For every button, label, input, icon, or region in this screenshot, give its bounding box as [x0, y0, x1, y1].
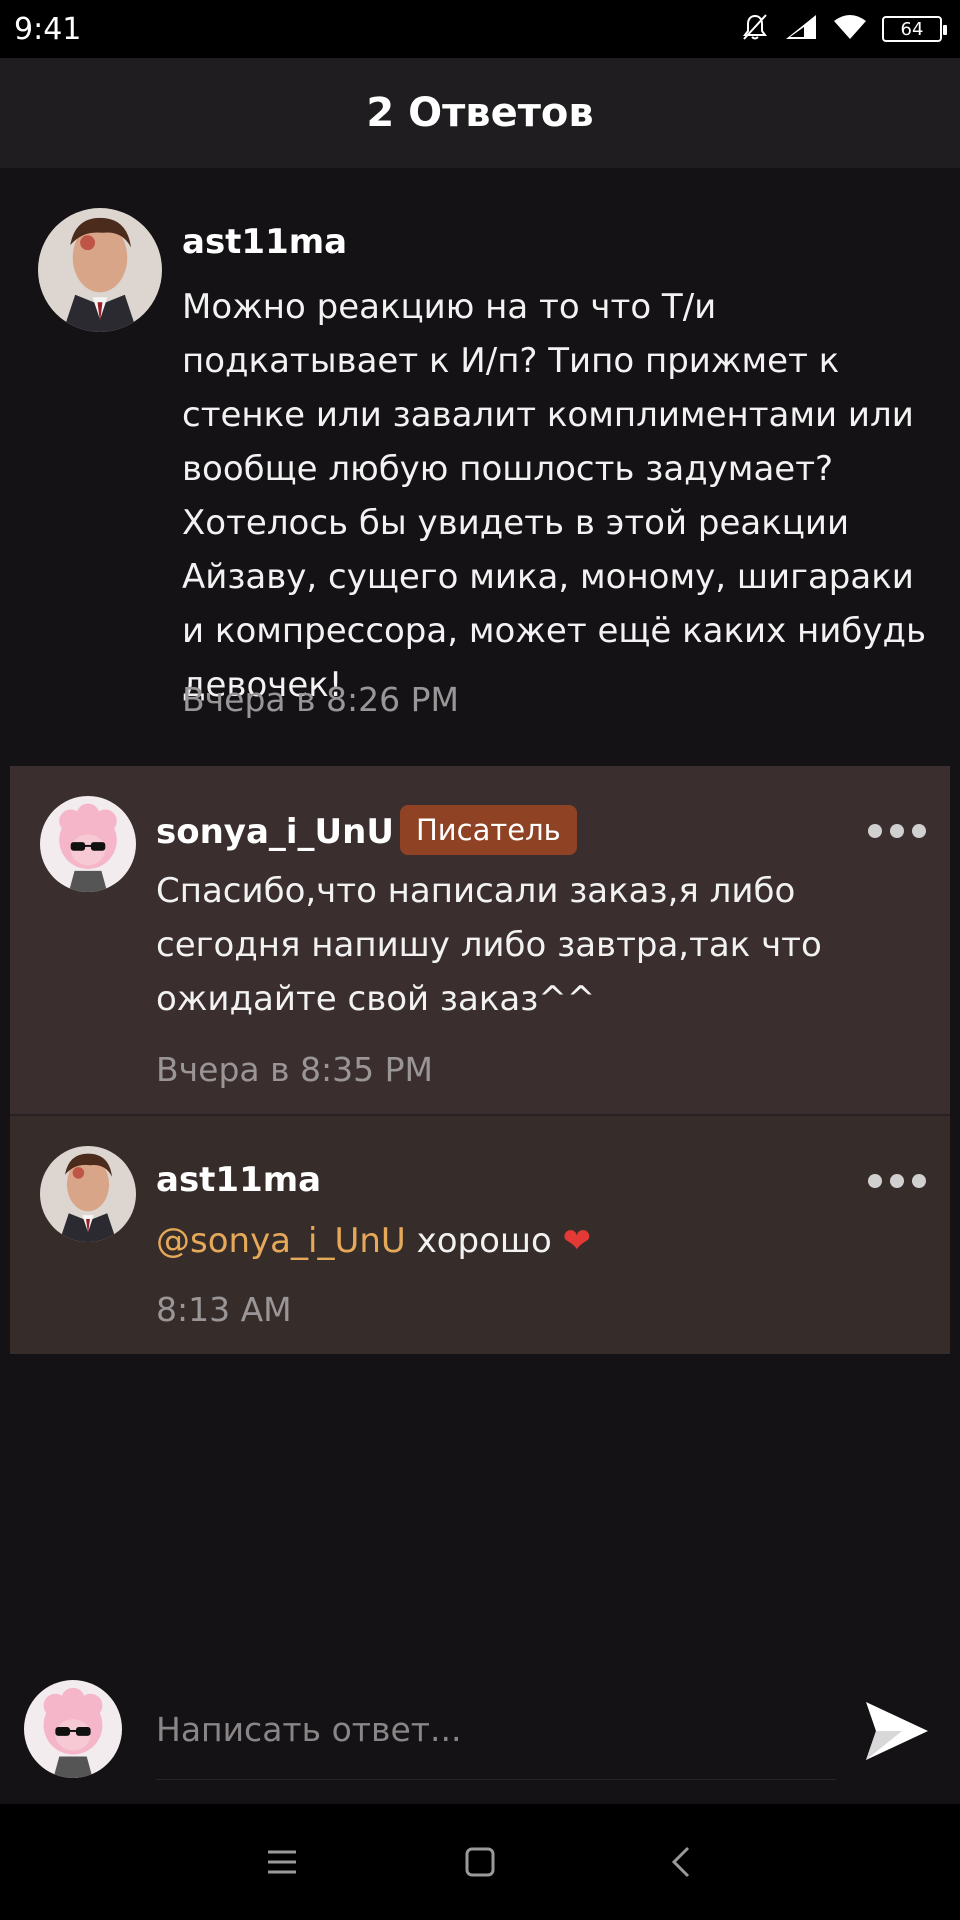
navigation-bar: [0, 1804, 960, 1920]
writer-badge: Писатель: [400, 805, 577, 855]
reply-input[interactable]: Написать ответ...: [156, 1700, 836, 1780]
reply-time: 8:13 AM: [156, 1290, 292, 1329]
heart-emoji: ❤: [562, 1221, 592, 1261]
back-icon[interactable]: [660, 1840, 704, 1884]
avatar-sonya[interactable]: [40, 796, 136, 892]
home-icon[interactable]: [458, 1840, 502, 1884]
reply-time: Вчера в 8:35 PM: [156, 1050, 434, 1089]
avatar-ast11ma[interactable]: [38, 208, 162, 332]
reply-text: Спасибо,что написали заказ,я либо сегодн…: [156, 871, 822, 1019]
battery-icon: 64: [882, 16, 947, 42]
mention-link[interactable]: @sonya_i_UnU: [156, 1221, 406, 1261]
comment-text: Можно реакцию на то что Т/и подкатывает …: [182, 287, 927, 705]
avatar-ast11ma[interactable]: [40, 1146, 136, 1242]
menu-icon[interactable]: [260, 1840, 304, 1884]
more-dots-icon[interactable]: [868, 824, 926, 838]
send-icon[interactable]: [862, 1696, 932, 1766]
reply-author[interactable]: sonya_i_UnU: [156, 812, 394, 852]
comment-time: Вчера в 8:26 PM: [182, 680, 460, 719]
comment-author[interactable]: ast11ma: [182, 222, 347, 262]
page-title: 2 Ответов: [366, 90, 594, 136]
avatar-current-user: [24, 1680, 122, 1778]
status-bar: 9:41 64: [0, 0, 960, 58]
more-dots-icon[interactable]: [868, 1174, 926, 1188]
reply-text: @sonya_i_UnU хорошо ❤: [156, 1214, 926, 1268]
bell-muted-icon: [740, 12, 770, 46]
status-icons: 64: [740, 12, 948, 46]
header: 2 Ответов: [0, 58, 960, 168]
reply-author[interactable]: ast11ma: [156, 1160, 321, 1200]
wifi-icon: [832, 13, 868, 45]
signal-icon: [784, 13, 818, 45]
status-time: 9:41: [14, 12, 82, 47]
reply-message: хорошо: [416, 1221, 552, 1261]
